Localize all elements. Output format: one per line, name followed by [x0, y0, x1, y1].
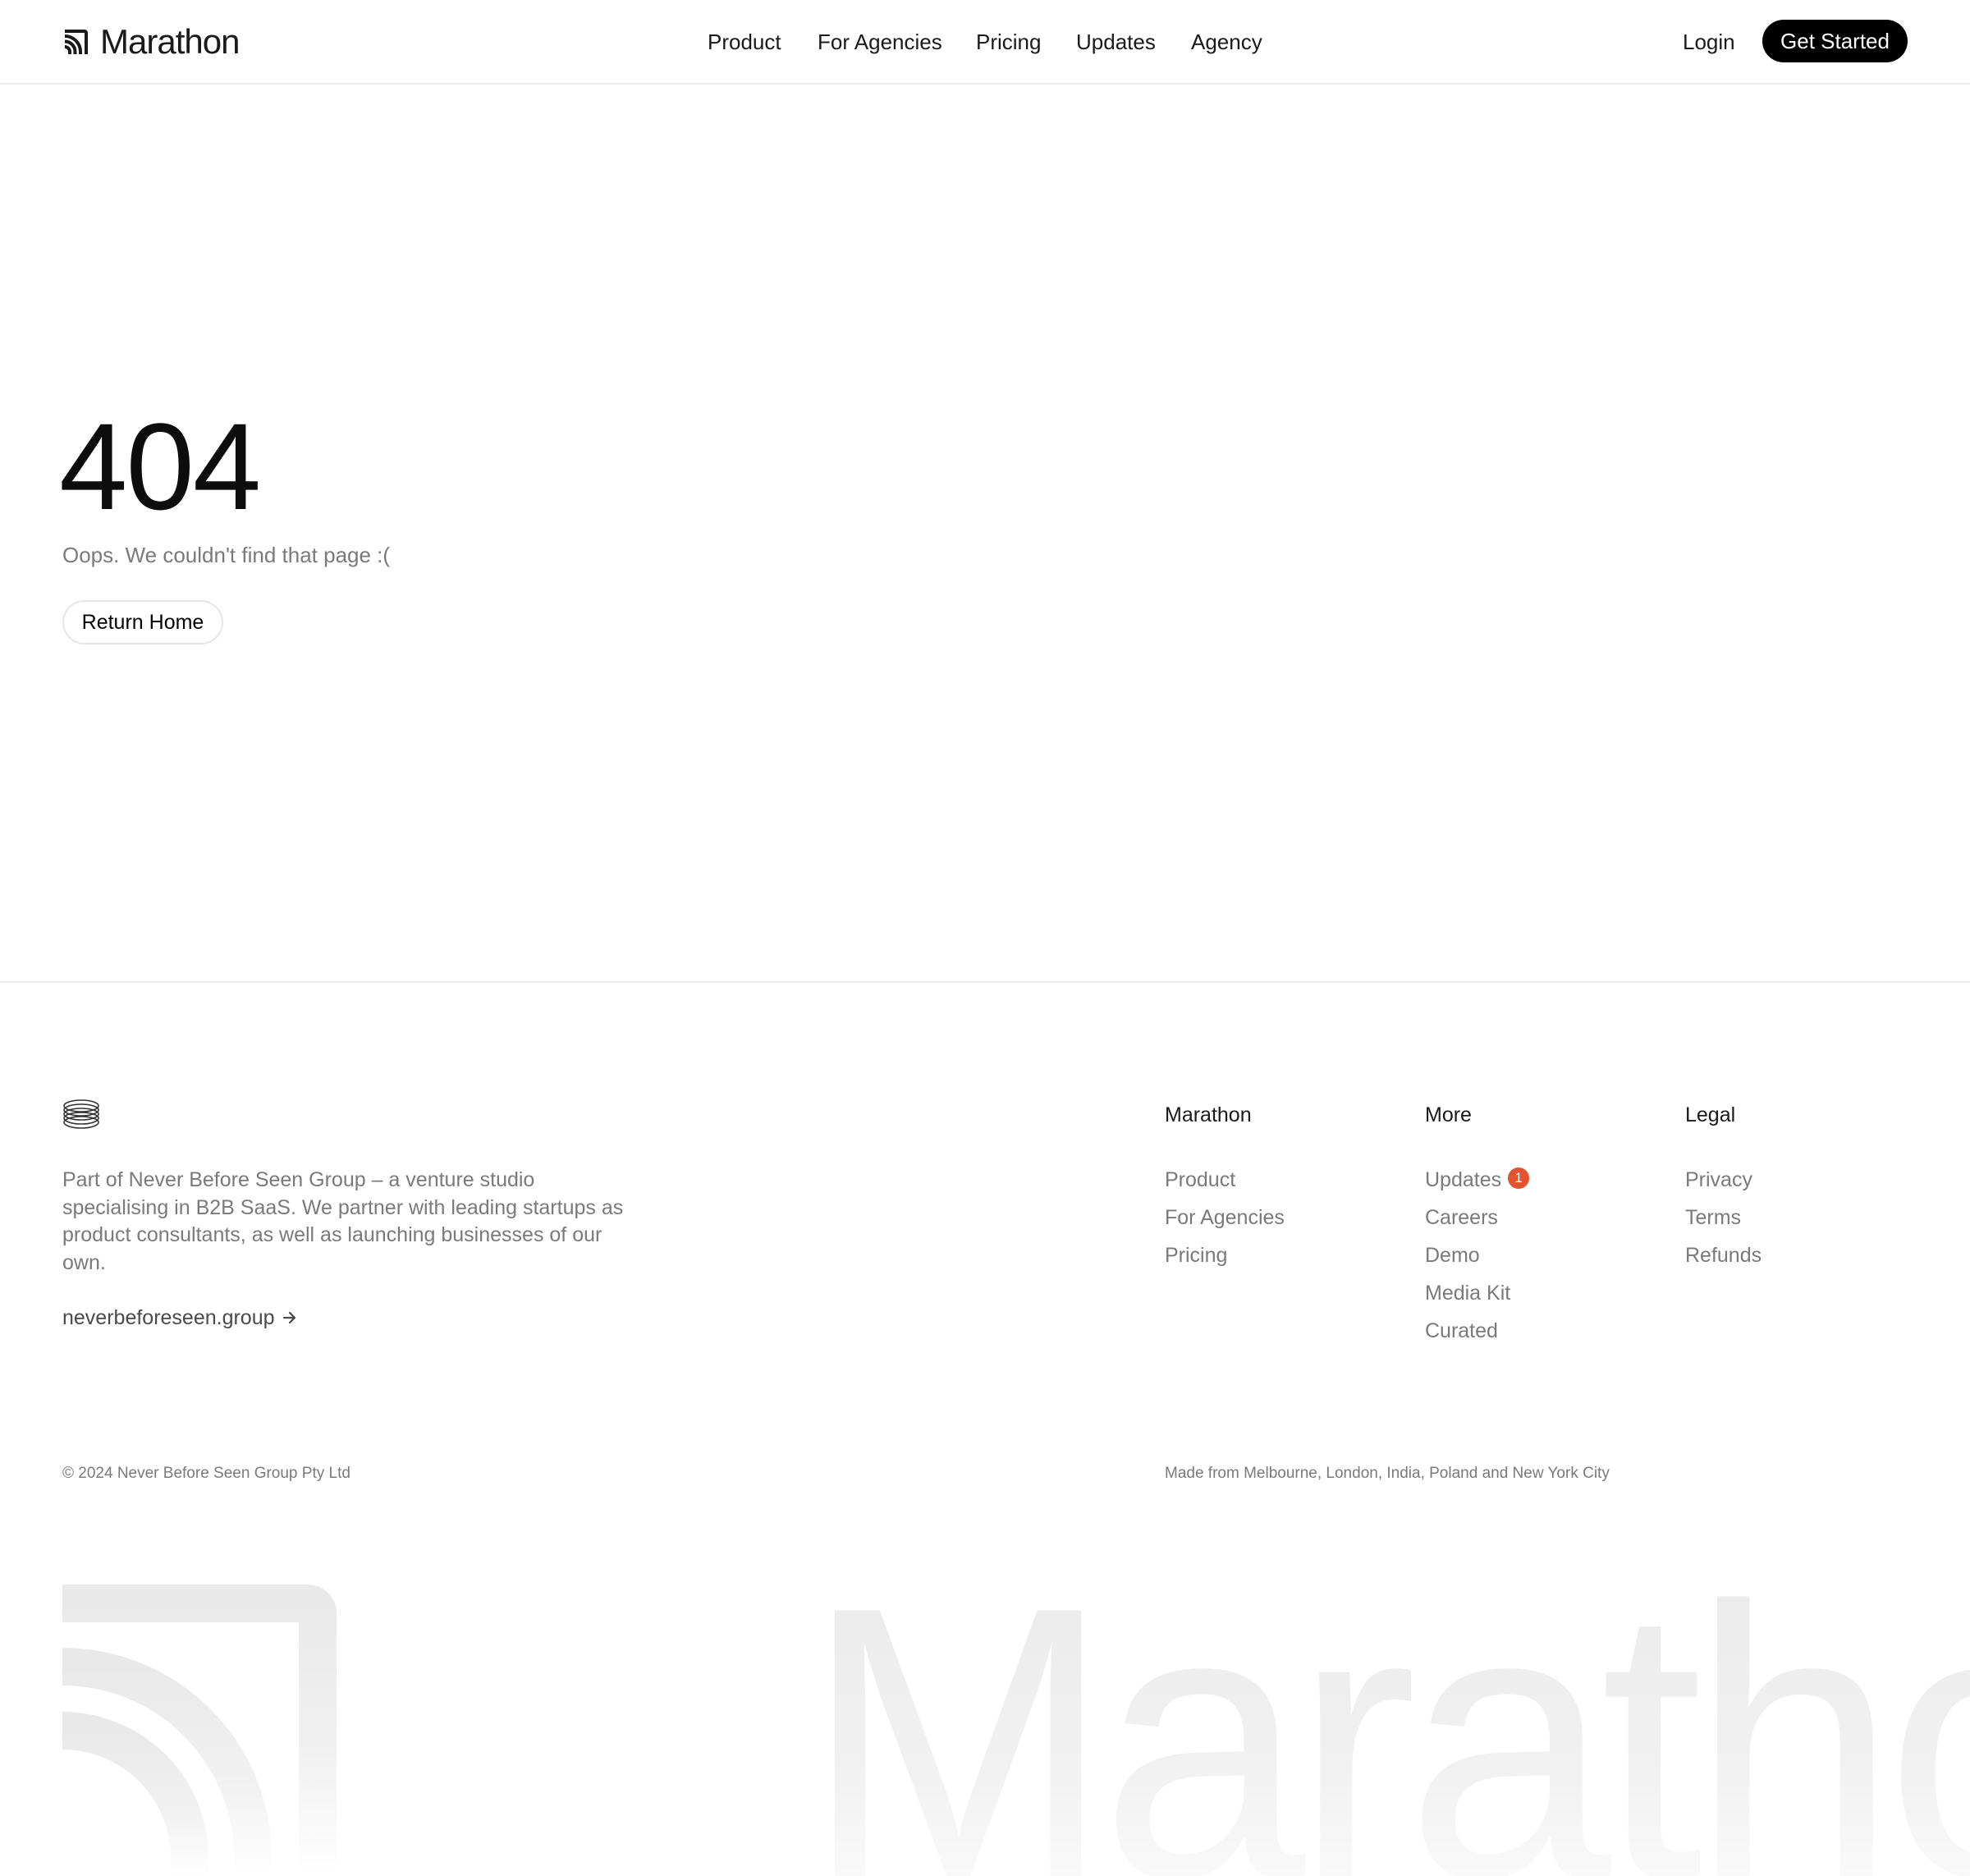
- footer-link-privacy[interactable]: Privacy: [1685, 1165, 1752, 1195]
- brand-name: Marathon: [100, 22, 240, 61]
- footer-link-media-kit[interactable]: Media Kit: [1425, 1278, 1510, 1308]
- footer-link-pricing[interactable]: Pricing: [1165, 1241, 1227, 1270]
- group-logo: [62, 1099, 100, 1134]
- footer-link-product[interactable]: Product: [1165, 1165, 1235, 1195]
- made-from-text: Made from Melbourne, London, India, Pola…: [1165, 1465, 1610, 1482]
- login-link[interactable]: Login: [1683, 26, 1735, 57]
- group-website-link[interactable]: neverbeforeseen.group: [62, 1303, 298, 1332]
- header-divider: [0, 83, 1970, 85]
- footer-link-demo[interactable]: Demo: [1425, 1241, 1480, 1270]
- marathon-watermark: Marathon: [62, 1585, 1970, 1876]
- footer-heading-marathon: Marathon: [1165, 1103, 1252, 1126]
- about-text: Part of Never Before Seen Group – a vent…: [62, 1168, 624, 1274]
- return-home-button[interactable]: Return Home: [62, 600, 223, 644]
- get-started-button[interactable]: Get Started: [1762, 20, 1908, 62]
- group-link-label: neverbeforeseen.group: [62, 1306, 275, 1329]
- footer-link-terms[interactable]: Terms: [1685, 1203, 1741, 1232]
- nav-agency[interactable]: Agency: [1191, 26, 1262, 57]
- stacked-rings-icon: [63, 1099, 99, 1129]
- footer-link-curated[interactable]: Curated: [1425, 1316, 1498, 1346]
- nav-pricing[interactable]: Pricing: [976, 26, 1041, 57]
- nav-updates[interactable]: Updates: [1076, 26, 1156, 57]
- nav-for-agencies[interactable]: For Agencies: [818, 26, 942, 57]
- footer-link-updates-label: Updates: [1425, 1168, 1502, 1191]
- footer-heading-legal: Legal: [1685, 1103, 1736, 1126]
- updates-count-badge: 1: [1508, 1167, 1530, 1190]
- marathon-watermark-logo-icon: [62, 1585, 337, 1876]
- footer-link-for-agencies[interactable]: For Agencies: [1165, 1203, 1285, 1232]
- marathon-watermark-text: Marathon: [804, 1585, 1970, 1876]
- footer-link-refunds[interactable]: Refunds: [1685, 1241, 1762, 1270]
- nav-product[interactable]: Product: [708, 26, 781, 57]
- footer-link-careers[interactable]: Careers: [1425, 1203, 1498, 1232]
- copyright-text: © 2024 Never Before Seen Group Pty Ltd: [62, 1465, 350, 1482]
- brand-logo[interactable]: Marathon: [62, 22, 240, 61]
- footer-heading-more: More: [1425, 1103, 1472, 1126]
- error-message: Oops. We couldn't find that page :(: [62, 543, 391, 567]
- footer-divider: [0, 981, 1970, 983]
- arrow-right-icon: [282, 1311, 296, 1324]
- marathon-logo-icon: [64, 30, 88, 54]
- error-code: 404: [59, 397, 261, 535]
- footer-link-updates[interactable]: Updates 1: [1425, 1165, 1530, 1195]
